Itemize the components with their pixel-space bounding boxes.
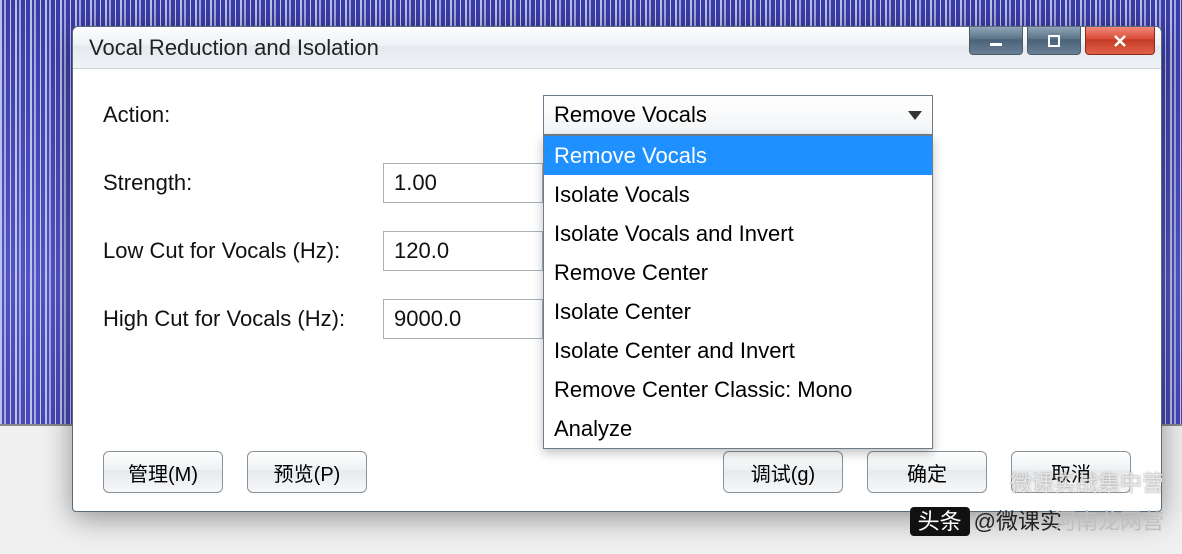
button-bar: 管理(M) 预览(P) 调试(g) 确定 取消 (103, 443, 1131, 493)
action-option-analyze[interactable]: Analyze (544, 409, 932, 448)
action-combobox-display[interactable]: Remove Vocals (543, 95, 933, 135)
action-label: Action: (103, 102, 383, 128)
titlebar: Vocal Reduction and Isolation (73, 27, 1161, 69)
chevron-down-icon (908, 111, 922, 120)
action-option-isolate-vocals[interactable]: Isolate Vocals (544, 175, 932, 214)
close-icon (1111, 34, 1129, 48)
strength-input[interactable] (383, 163, 543, 203)
action-dropdown-list: Remove Vocals Isolate Vocals Isolate Voc… (543, 135, 933, 449)
minimize-icon (987, 34, 1005, 48)
strength-label: Strength: (103, 170, 383, 196)
dialog-window: Vocal Reduction and Isolation Action: Re… (72, 26, 1162, 512)
minimize-button[interactable] (969, 27, 1023, 55)
action-option-remove-center-classic[interactable]: Remove Center Classic: Mono (544, 370, 932, 409)
close-button[interactable] (1085, 27, 1155, 55)
cancel-button[interactable]: 取消 (1011, 451, 1131, 493)
action-option-remove-center[interactable]: Remove Center (544, 253, 932, 292)
window-buttons (969, 27, 1155, 55)
lowcut-input[interactable] (383, 231, 543, 271)
dialog-content: Action: Remove Vocals Remove Vocals Isol… (73, 69, 1161, 511)
highcut-input[interactable] (383, 299, 543, 339)
ok-button[interactable]: 确定 (867, 451, 987, 493)
action-option-isolate-vocals-invert[interactable]: Isolate Vocals and Invert (544, 214, 932, 253)
row-action: Action: Remove Vocals Remove Vocals Isol… (103, 95, 1131, 135)
action-option-isolate-center[interactable]: Isolate Center (544, 292, 932, 331)
debug-button[interactable]: 调试(g) (723, 451, 843, 493)
maximize-icon (1045, 34, 1063, 48)
window-title: Vocal Reduction and Isolation (89, 35, 379, 61)
action-combobox[interactable]: Remove Vocals Remove Vocals Isolate Voca… (543, 95, 933, 135)
maximize-button[interactable] (1027, 27, 1081, 55)
lowcut-label: Low Cut for Vocals (Hz): (103, 238, 383, 264)
manage-button[interactable]: 管理(M) (103, 451, 223, 493)
action-option-remove-vocals[interactable]: Remove Vocals (544, 136, 932, 175)
action-option-isolate-center-invert[interactable]: Isolate Center and Invert (544, 331, 932, 370)
preview-button[interactable]: 预览(P) (247, 451, 367, 493)
highcut-label: High Cut for Vocals (Hz): (103, 306, 383, 332)
action-selected-text: Remove Vocals (554, 102, 707, 128)
